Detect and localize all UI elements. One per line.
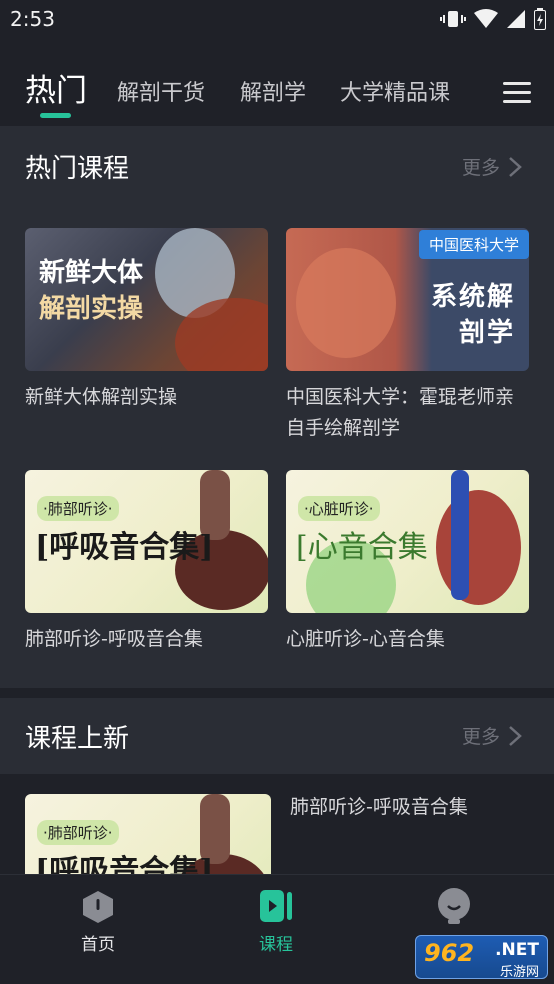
course-thumbnail: ·心脏听诊· [心音合集 xyxy=(286,470,529,613)
tab-university-courses[interactable]: 大学精品课 xyxy=(340,75,450,107)
top-tab-bar: 热门 解剖干货 解剖学 大学精品课 xyxy=(0,38,554,124)
more-button[interactable]: 更多 xyxy=(462,722,522,749)
profile-icon xyxy=(438,888,470,924)
thumb-text: 剖学 xyxy=(458,318,515,348)
site-watermark: 962 .NET 乐游网 xyxy=(415,935,548,980)
section-title: 热门课程 xyxy=(25,154,130,184)
section-title: 课程上新 xyxy=(25,724,130,754)
more-label: 更多 xyxy=(461,157,500,179)
status-bar: 2:53 xyxy=(0,0,554,38)
thumb-text: 系统解 xyxy=(430,282,515,312)
thumb-tag: ·心脏听诊· xyxy=(298,496,380,521)
course-thumbnail: ·肺部听诊· [呼吸音合集] xyxy=(25,470,268,613)
new-courses-section: 课程上新 更多 ·肺部听诊· [呼吸音合集] 肺部听诊-呼吸音合集 xyxy=(0,698,554,874)
nav-label: 首页 xyxy=(81,935,115,955)
battery-icon xyxy=(534,8,546,34)
tab-hot[interactable]: 热门 xyxy=(25,65,87,110)
thumb-text: [呼吸音合集] xyxy=(35,530,214,565)
menu-icon[interactable] xyxy=(503,80,531,104)
course-icon xyxy=(260,890,292,922)
nav-label: 课程 xyxy=(259,935,293,955)
watermark-logo: 962 xyxy=(424,939,475,967)
tab-anatomy[interactable]: 解剖学 xyxy=(240,75,306,107)
chevron-right-icon xyxy=(509,156,522,177)
course-thumbnail: 新鲜大体 解剖实操 xyxy=(25,228,268,371)
status-time: 2:53 xyxy=(10,7,55,31)
home-icon xyxy=(83,891,113,923)
tab-anatomy-tips[interactable]: 解剖干货 xyxy=(117,75,205,107)
status-icons xyxy=(440,8,546,34)
course-card[interactable]: ·肺部听诊· [呼吸音合集] 肺部听诊-呼吸音合集 xyxy=(25,470,268,655)
watermark-suffix: .NET xyxy=(495,940,539,960)
course-card[interactable]: 新鲜大体 解剖实操 新鲜大体解剖实操 xyxy=(25,228,268,413)
chevron-right-icon xyxy=(509,725,522,746)
more-label: 更多 xyxy=(461,726,500,748)
wifi-icon xyxy=(474,9,498,33)
course-card[interactable]: ·心脏听诊· [心音合集 心脏听诊-心音合集 xyxy=(286,470,529,655)
course-title: 心脏听诊-心音合集 xyxy=(286,628,445,650)
course-card[interactable]: 中国医科大学 系统解 剖学 中国医科大学：霍琨老师亲自手绘解剖学 xyxy=(286,228,529,444)
vibrate-icon xyxy=(440,9,466,33)
thumb-text: [心音合集 xyxy=(296,530,428,565)
thumb-tag: ·肺部听诊· xyxy=(37,820,119,845)
tab-indicator xyxy=(40,113,71,118)
thumb-text: 新鲜大体 xyxy=(39,258,144,288)
course-title: 肺部听诊-呼吸音合集 xyxy=(25,628,203,650)
signal-icon xyxy=(506,9,526,33)
new-course-row[interactable]: ·肺部听诊· [呼吸音合集] 肺部听诊-呼吸音合集 xyxy=(0,774,554,874)
university-badge: 中国医科大学 xyxy=(418,230,529,259)
thumb-text: 解剖实操 xyxy=(39,294,144,324)
watermark-sub: 乐游网 xyxy=(499,965,539,980)
thumb-tag: ·肺部听诊· xyxy=(37,496,119,521)
course-thumbnail: 中国医科大学 系统解 剖学 xyxy=(286,228,529,371)
hot-courses-section: 热门课程 更多 新鲜大体 解剖实操 新鲜大体解剖实操 中国医科大学 系统解 剖学… xyxy=(0,126,554,688)
course-title: 新鲜大体解剖实操 xyxy=(25,386,178,408)
thumb-text: [呼吸音合集] xyxy=(35,854,214,874)
course-title: 肺部听诊-呼吸音合集 xyxy=(290,796,468,818)
course-title: 中国医科大学：霍琨老师亲自手绘解剖学 xyxy=(286,386,515,439)
more-button[interactable]: 更多 xyxy=(462,153,522,180)
course-thumbnail: ·肺部听诊· [呼吸音合集] xyxy=(25,794,271,874)
